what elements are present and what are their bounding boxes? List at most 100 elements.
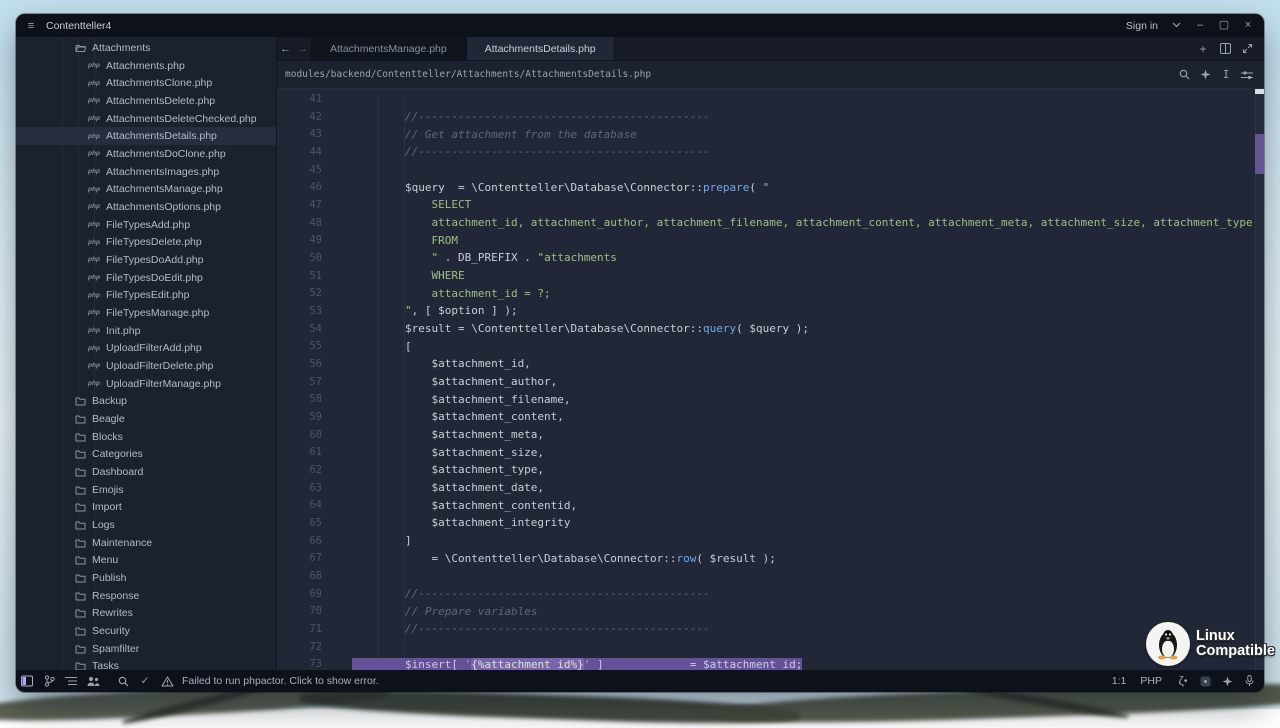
code-line-60[interactable]: 60 $attachment_meta,: [277, 426, 1255, 444]
tree-folder-emojis[interactable]: Emojis: [16, 481, 276, 499]
tree-file-attachments[interactable]: phpAttachments.php: [16, 57, 276, 75]
tree-folder-menu[interactable]: Menu: [16, 551, 276, 569]
code-line-68[interactable]: 68: [277, 567, 1255, 585]
microphone-icon[interactable]: [1238, 670, 1260, 692]
code-line-67[interactable]: 67 = \Contentteller\Database\Connector::…: [277, 549, 1255, 567]
text-cursor-icon[interactable]: I: [1219, 66, 1233, 84]
split-pane-icon[interactable]: [1216, 40, 1234, 58]
code-line-47[interactable]: 47 SELECT: [277, 196, 1255, 214]
tree-file-attachmentsclone[interactable]: phpAttachmentsClone.php: [16, 74, 276, 92]
tree-file-attachmentsdetails[interactable]: phpAttachmentsDetails.php: [16, 127, 276, 145]
tree-folder-attachments[interactable]: Attachments: [16, 39, 276, 57]
tree-file-attachmentsmanage[interactable]: phpAttachmentsManage.php: [16, 180, 276, 198]
code-line-58[interactable]: 58 $attachment_filename,: [277, 390, 1255, 408]
code-line-44[interactable]: 44 //-----------------------------------…: [277, 143, 1255, 161]
tree-file-uploadfilterdelete[interactable]: phpUploadFilterDelete.php: [16, 357, 276, 375]
code-line-61[interactable]: 61 $attachment_size,: [277, 443, 1255, 461]
tree-file-attachmentsoptions[interactable]: phpAttachmentsOptions.php: [16, 198, 276, 216]
status-message[interactable]: Failed to run phpactor. Click to show er…: [182, 675, 379, 687]
sparkle-icon[interactable]: [1198, 66, 1212, 84]
diagnostics-check-icon[interactable]: ✓: [134, 670, 156, 692]
code-line-73[interactable]: 73 $insert[ '{%attachment_id%}' ] = $att…: [277, 656, 1255, 671]
sign-in-button[interactable]: Sign in: [1126, 20, 1158, 32]
copilot-icon[interactable]: [1194, 670, 1216, 692]
code-line-63[interactable]: 63 $attachment_date,: [277, 479, 1255, 497]
tree-file-attachmentsdeletechecked[interactable]: phpAttachmentsDeleteChecked.php: [16, 110, 276, 128]
tree-file-init[interactable]: phpInit.php: [16, 322, 276, 340]
tree-file-filetypesdoedit[interactable]: phpFileTypesDoEdit.php: [16, 269, 276, 287]
code-line-41[interactable]: 41: [277, 90, 1255, 108]
app-menu-icon[interactable]: ≡: [16, 20, 46, 32]
nav-forward-icon[interactable]: →: [294, 37, 311, 60]
code-line-52[interactable]: 52 attachment_id = ?;: [277, 284, 1255, 302]
tree-folder-security[interactable]: Security: [16, 622, 276, 640]
scrollbar-thumb[interactable]: [1255, 134, 1264, 174]
breadcrumb[interactable]: modules/backend/Contentteller/Attachment…: [277, 69, 1177, 80]
tree-file-attachmentsdoclone[interactable]: phpAttachmentsDoClone.php: [16, 145, 276, 163]
tree-file-filetypesadd[interactable]: phpFileTypesAdd.php: [16, 216, 276, 234]
code-line-42[interactable]: 42 //-----------------------------------…: [277, 108, 1255, 126]
edit-prediction-icon[interactable]: ζ•: [1172, 670, 1194, 692]
code-editor[interactable]: 4142 //---------------------------------…: [277, 89, 1264, 670]
assistant-sparkle-icon[interactable]: [1216, 670, 1238, 692]
expand-icon[interactable]: [1238, 40, 1256, 58]
code-line-50[interactable]: 50 " . DB_PREFIX . "attachments: [277, 249, 1255, 267]
code-line-64[interactable]: 64 $attachment_contentid,: [277, 496, 1255, 514]
tree-file-uploadfilteradd[interactable]: phpUploadFilterAdd.php: [16, 339, 276, 357]
code-line-54[interactable]: 54 $result = \Contentteller\Database\Con…: [277, 320, 1255, 338]
code-line-48[interactable]: 48 attachment_id, attachment_author, att…: [277, 214, 1255, 232]
cursor-position[interactable]: 1:1: [1112, 675, 1127, 687]
code-line-70[interactable]: 70 // Prepare variables: [277, 602, 1255, 620]
code-line-53[interactable]: 53 ", [ $option ] );: [277, 302, 1255, 320]
code-line-71[interactable]: 71 //-----------------------------------…: [277, 620, 1255, 638]
tree-folder-import[interactable]: Import: [16, 498, 276, 516]
code-line-59[interactable]: 59 $attachment_content,: [277, 408, 1255, 426]
tree-folder-logs[interactable]: Logs: [16, 516, 276, 534]
code-line-69[interactable]: 69 //-----------------------------------…: [277, 585, 1255, 603]
tree-folder-backup[interactable]: Backup: [16, 392, 276, 410]
git-branch-icon[interactable]: [38, 670, 60, 692]
tab-attachmentsmanage[interactable]: AttachmentsManage.php: [311, 37, 466, 60]
tree-folder-rewrites[interactable]: Rewrites: [16, 605, 276, 623]
collab-people-icon[interactable]: [82, 670, 104, 692]
settings-sliders-icon[interactable]: [1240, 66, 1254, 84]
minimize-button[interactable]: –: [1188, 14, 1212, 37]
code-line-55[interactable]: 55 [: [277, 337, 1255, 355]
code-line-49[interactable]: 49 FROM: [277, 231, 1255, 249]
code-line-56[interactable]: 56 $attachment_id,: [277, 355, 1255, 373]
tree-folder-categories[interactable]: Categories: [16, 445, 276, 463]
tree-file-filetypesdoadd[interactable]: phpFileTypesDoAdd.php: [16, 251, 276, 269]
search-icon[interactable]: [1177, 66, 1191, 84]
editor-scrollbar[interactable]: [1255, 89, 1264, 670]
code-line-46[interactable]: 46 $query = \Contentteller\Database\Conn…: [277, 178, 1255, 196]
code-line-62[interactable]: 62 $attachment_type,: [277, 461, 1255, 479]
tree-folder-spamfilter[interactable]: Spamfilter: [16, 640, 276, 658]
maximize-button[interactable]: ▢: [1212, 14, 1236, 37]
tree-file-filetypesdelete[interactable]: phpFileTypesDelete.php: [16, 233, 276, 251]
tree-folder-response[interactable]: Response: [16, 587, 276, 605]
code-line-65[interactable]: 65 $attachment_integrity: [277, 514, 1255, 532]
tree-folder-publish[interactable]: Publish: [16, 569, 276, 587]
new-tab-icon[interactable]: +: [1194, 40, 1212, 58]
tree-file-attachmentsdelete[interactable]: phpAttachmentsDelete.php: [16, 92, 276, 110]
code-line-51[interactable]: 51 WHERE: [277, 267, 1255, 285]
code-line-57[interactable]: 57 $attachment_author,: [277, 373, 1255, 391]
close-button[interactable]: ×: [1236, 14, 1260, 37]
project-panel[interactable]: AttachmentsphpAttachments.phpphpAttachme…: [16, 37, 277, 670]
tree-file-attachmentsimages[interactable]: phpAttachmentsImages.php: [16, 163, 276, 181]
tree-folder-maintenance[interactable]: Maintenance: [16, 534, 276, 552]
nav-back-icon[interactable]: ←: [277, 37, 294, 60]
code-line-72[interactable]: 72: [277, 638, 1255, 656]
chevron-down-icon[interactable]: [1164, 14, 1188, 37]
tree-folder-blocks[interactable]: Blocks: [16, 428, 276, 446]
tree-folder-tasks[interactable]: Tasks: [16, 658, 276, 670]
tree-file-filetypesedit[interactable]: phpFileTypesEdit.php: [16, 286, 276, 304]
tab-attachmentsdetails[interactable]: AttachmentsDetails.php: [466, 37, 615, 60]
tree-folder-beagle[interactable]: Beagle: [16, 410, 276, 428]
code-line-45[interactable]: 45: [277, 161, 1255, 179]
language-selector[interactable]: PHP: [1140, 675, 1162, 687]
tree-folder-dashboard[interactable]: Dashboard: [16, 463, 276, 481]
tree-file-filetypesmanage[interactable]: phpFileTypesManage.php: [16, 304, 276, 322]
warning-icon[interactable]: [156, 670, 178, 692]
search-icon[interactable]: [112, 670, 134, 692]
